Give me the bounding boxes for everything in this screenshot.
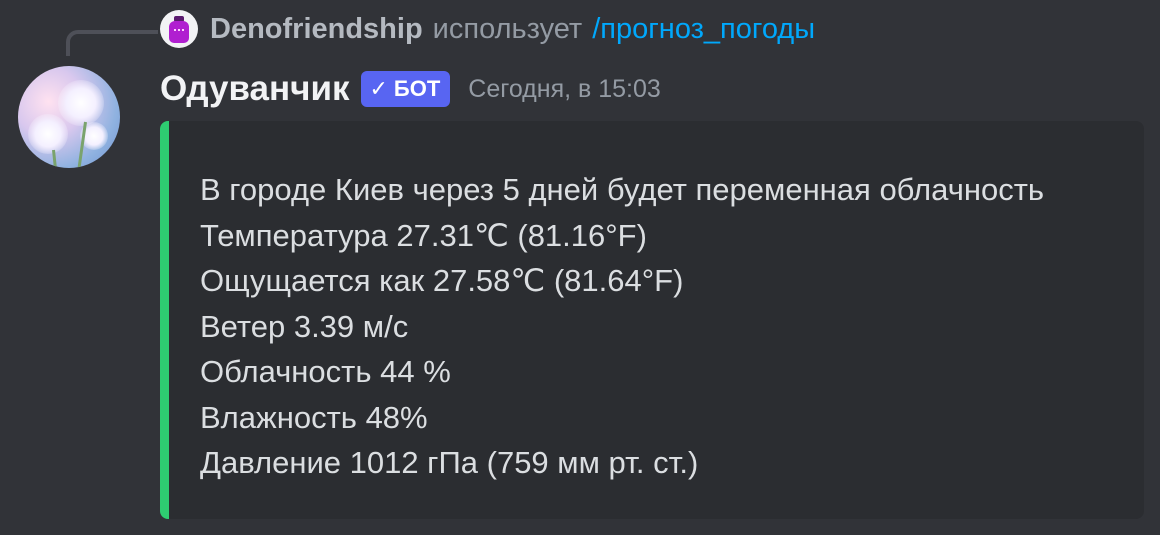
embed-line-humidity: Влажность 48%	[200, 399, 428, 435]
reply-spine	[66, 30, 158, 56]
embed-line-cloudiness: Облачность 44 %	[200, 354, 451, 389]
dandelion-stem	[52, 149, 58, 168]
message-timestamp[interactable]: Сегодня, в 15:03	[468, 75, 661, 104]
weather-embed: В городе Киев через 5 дней будет перемен…	[160, 121, 1144, 519]
check-icon: ✓	[369, 76, 388, 101]
embed-line-feels-like: Ощущается как 27.58℃ (81.64°F)	[200, 263, 684, 298]
slash-command-link[interactable]: /прогноз_погоды	[592, 13, 815, 46]
embed-accent-bar	[160, 121, 169, 519]
embed-line-wind: Ветер 3.39 м/с	[200, 308, 409, 344]
reply-uses-text: использует	[432, 12, 583, 45]
message-header: Одуванчик ✓ БОТ Сегодня, в 15:03	[160, 64, 661, 114]
dandelion-puff	[28, 114, 68, 154]
command-reply-context[interactable]: Denofriendship использует /прогноз_погод…	[160, 8, 815, 50]
author-avatar[interactable]	[18, 66, 120, 168]
bot-tag-label: БОТ	[393, 76, 441, 101]
embed-line-forecast: В городе Киев через 5 дней будет перемен…	[200, 172, 1045, 207]
jar-face-shape	[174, 29, 184, 37]
reply-user-avatar[interactable]	[160, 10, 198, 48]
reply-username[interactable]: Denofriendship	[210, 13, 423, 46]
embed-line-pressure: Давление 1012 гПа (759 мм рт. ст.)	[200, 445, 699, 480]
embed-description: В городе Киев через 5 дней будет перемен…	[200, 167, 1130, 486]
bot-tag: ✓ БОТ	[361, 71, 451, 107]
embed-line-temperature: Температура 27.31℃ (81.16°F)	[200, 217, 647, 253]
author-username[interactable]: Одуванчик	[160, 69, 349, 109]
dandelion-puff	[58, 80, 104, 126]
